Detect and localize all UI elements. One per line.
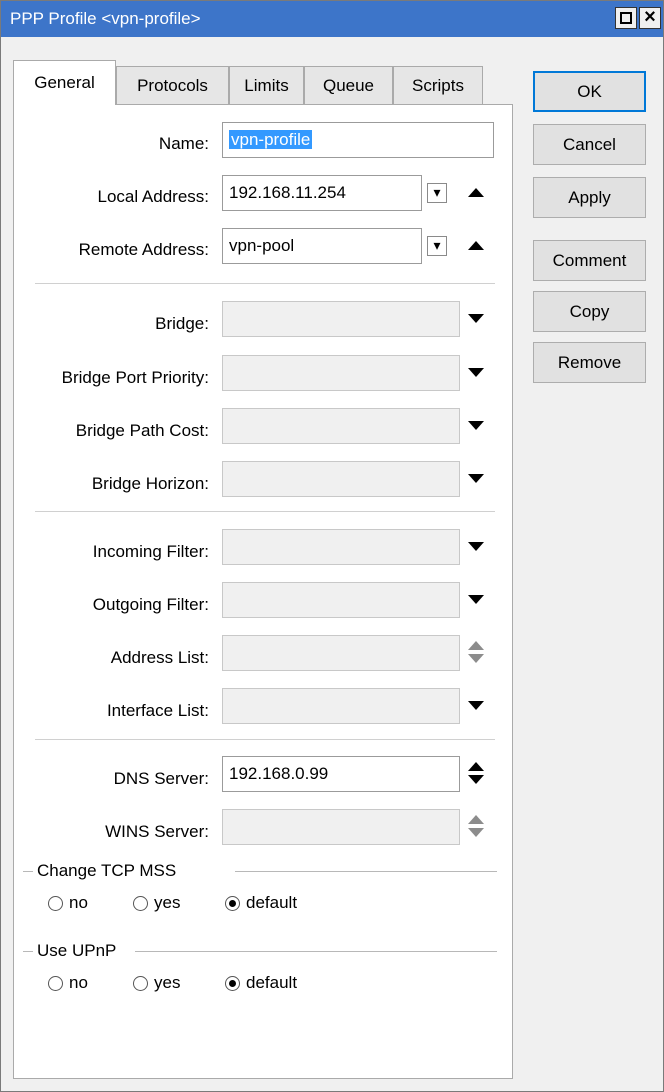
address-list-input[interactable] [222,635,460,671]
tab-protocols[interactable]: Protocols [116,66,229,104]
bridge-port-priority-label: Bridge Port Priority: [61,368,209,387]
remote-address-label: Remote Address: [78,240,209,259]
ppp-profile-window: PPP Profile <vpn-profile> × General Prot… [0,0,664,1092]
local-address-value: 192.168.11.254 [229,183,346,202]
address-list-up-icon [468,641,484,650]
upnp-yes-radio[interactable] [133,976,148,991]
close-icon[interactable]: × [639,6,661,29]
ok-button[interactable]: OK [533,71,646,112]
name-value: vpn-profile [229,130,313,149]
interface-list-label: Interface List: [106,701,209,720]
remote-address-input[interactable]: vpn-pool [222,228,422,264]
upnp-default-label: default [246,973,298,992]
local-address-dropdown-button[interactable]: ▾ [427,183,447,203]
name-input[interactable]: vpn-profile [222,122,494,158]
cancel-button[interactable]: Cancel [533,124,646,165]
remove-button[interactable]: Remove [533,342,646,383]
separator [35,511,495,512]
group-border [235,871,497,872]
bridge-horizon-expand-icon[interactable] [468,474,484,483]
incoming-filter-label: Incoming Filter: [92,542,209,561]
tab-limits[interactable]: Limits [229,66,304,104]
interface-list-select[interactable] [222,688,460,724]
bridge-expand-icon[interactable] [468,314,484,323]
maximize-icon[interactable] [615,7,637,29]
tab-label: Scripts [412,75,464,95]
title-bar[interactable]: PPP Profile <vpn-profile> × [1,1,663,37]
window-title: PPP Profile <vpn-profile> [10,9,201,28]
copy-button[interactable]: Copy [533,291,646,332]
use-upnp-title: Use UPnP [37,941,117,960]
bridge-select[interactable] [222,301,460,337]
outgoing-filter-expand-icon[interactable] [468,595,484,604]
wins-server-down-icon [468,828,484,837]
bridge-path-cost-expand-icon[interactable] [468,421,484,430]
bridge-port-priority-select[interactable] [222,355,460,391]
wins-server-up-icon [468,815,484,824]
incoming-filter-expand-icon[interactable] [468,542,484,551]
upnp-yes-label: yes [154,973,181,992]
address-list-label: Address List: [110,648,209,667]
local-address-input[interactable]: 192.168.11.254 [222,175,422,211]
upnp-default-radio[interactable] [225,976,240,991]
upnp-no-label: no [69,973,88,992]
tcp-mss-no-radio[interactable] [48,896,63,911]
group-border [23,951,33,952]
remote-address-collapse-icon[interactable] [468,241,484,250]
tab-label: Queue [322,75,375,95]
tcp-mss-no-label: no [69,893,88,912]
dns-server-input[interactable]: 192.168.0.99 [222,756,460,792]
bridge-port-priority-expand-icon[interactable] [468,368,484,377]
group-border [135,951,497,952]
interface-list-expand-icon[interactable] [468,701,484,710]
separator [35,739,495,740]
remote-address-dropdown-button[interactable]: ▾ [427,236,447,256]
local-address-collapse-icon[interactable] [468,188,484,197]
change-tcp-mss-title: Change TCP MSS [37,861,177,880]
wins-server-label: WINS Server: [105,822,209,841]
tab-label: General [34,73,95,92]
tcp-mss-yes-radio[interactable] [133,896,148,911]
group-border [23,871,33,872]
tab-label: Limits [244,75,289,95]
tab-scripts[interactable]: Scripts [393,66,483,104]
bridge-horizon-label: Bridge Horizon: [91,474,209,493]
tab-label: Protocols [137,75,208,95]
separator [35,283,495,284]
incoming-filter-select[interactable] [222,529,460,565]
name-label: Name: [158,134,209,153]
outgoing-filter-select[interactable] [222,582,460,618]
dns-server-remove-icon[interactable] [468,775,484,784]
tab-general[interactable]: General [13,60,116,105]
tcp-mss-default-radio[interactable] [225,896,240,911]
address-list-down-icon [468,654,484,663]
tcp-mss-default-label: default [246,893,298,912]
dns-server-add-icon[interactable] [468,762,484,771]
apply-button[interactable]: Apply [533,177,646,218]
remote-address-value: vpn-pool [229,236,295,255]
dns-server-label: DNS Server: [113,769,209,788]
bridge-path-cost-select[interactable] [222,408,460,444]
bridge-horizon-select[interactable] [222,461,460,497]
dns-server-value: 192.168.0.99 [229,764,329,783]
upnp-no-radio[interactable] [48,976,63,991]
tcp-mss-yes-label: yes [154,893,181,912]
tab-queue[interactable]: Queue [304,66,393,104]
comment-button[interactable]: Comment [533,240,646,281]
local-address-label: Local Address: [97,187,209,206]
bridge-path-cost-label: Bridge Path Cost: [75,421,209,440]
outgoing-filter-label: Outgoing Filter: [92,595,209,614]
bridge-label: Bridge: [155,314,209,333]
wins-server-input[interactable] [222,809,460,845]
